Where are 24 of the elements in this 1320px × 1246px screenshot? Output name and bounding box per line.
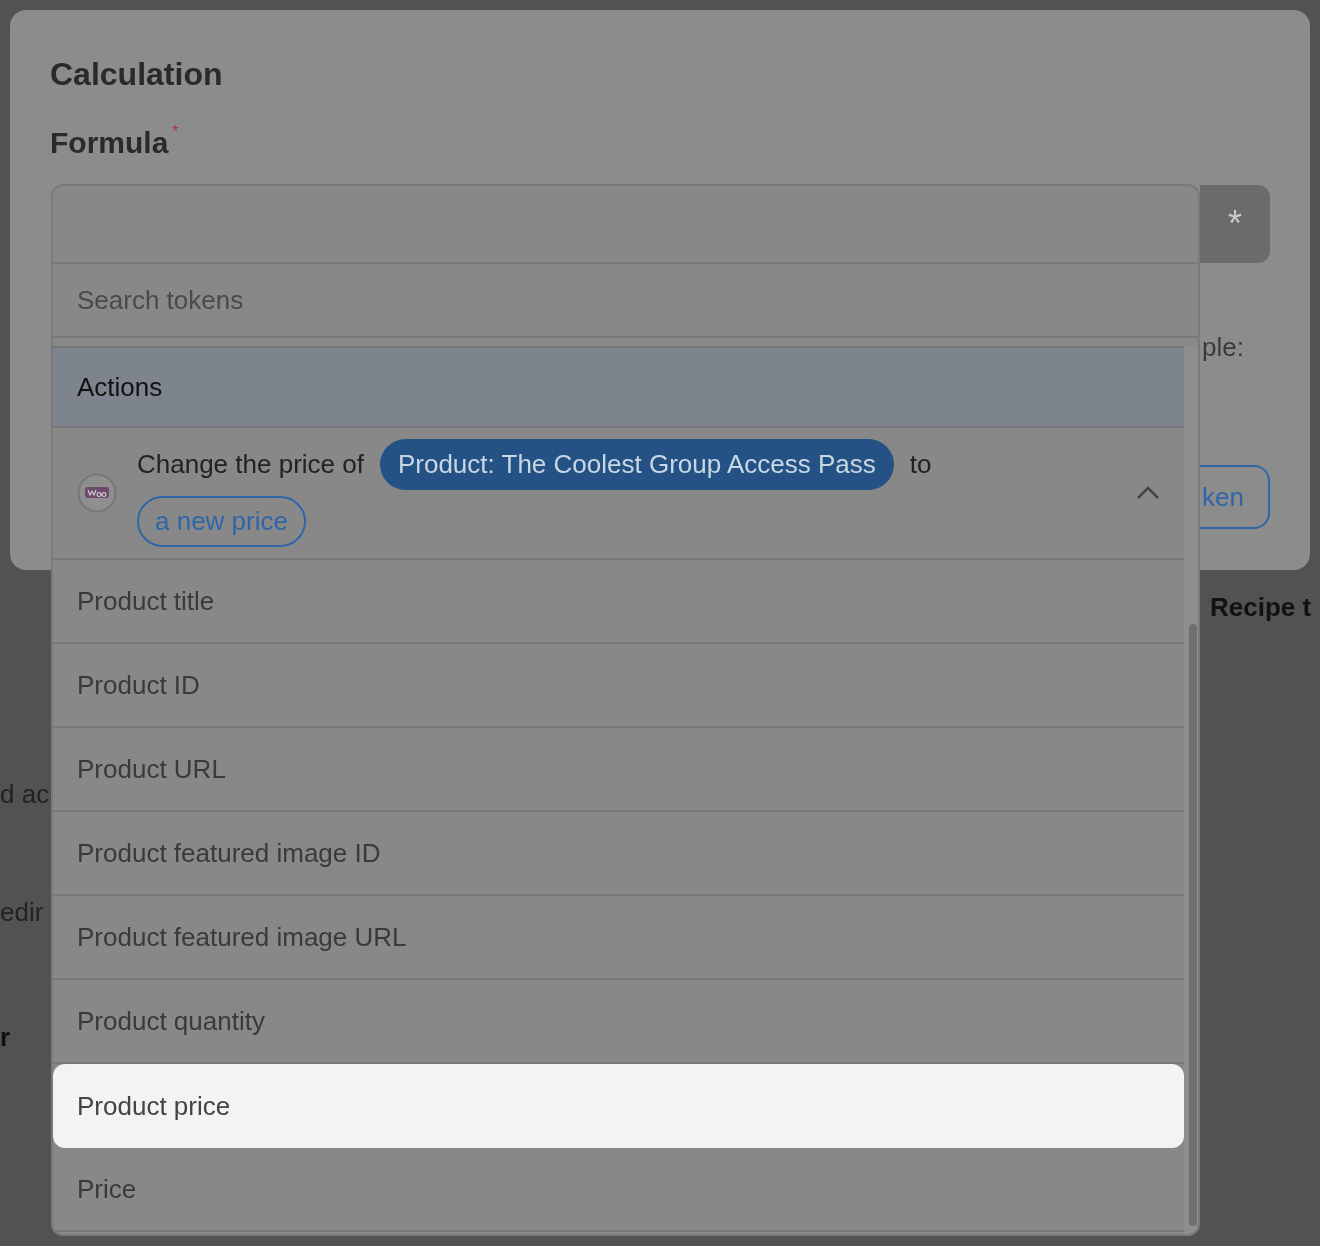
group-header: Actions: [53, 346, 1184, 428]
product-token[interactable]: Product: The Coolest Group Access Pass: [379, 439, 894, 490]
scrollbar[interactable]: [1184, 346, 1198, 1234]
hint-text: ple:: [1202, 331, 1244, 364]
formula-label: Formula: [50, 125, 169, 161]
token-item[interactable]: Product title: [53, 560, 1184, 644]
woo-logo-icon: [77, 473, 117, 513]
required-icon: *: [172, 120, 179, 144]
chevron-up-icon[interactable]: [1136, 486, 1160, 500]
page-text: r: [0, 1021, 11, 1054]
action-text: to: [909, 448, 932, 481]
token-item[interactable]: Product featured image URL: [53, 896, 1184, 980]
value-token[interactable]: a new price: [137, 496, 306, 547]
action-text: Change the price of: [137, 448, 364, 481]
token-item[interactable]: Price: [53, 1148, 1184, 1232]
token-item[interactable]: Product featured image ID: [53, 812, 1184, 896]
insert-token-button[interactable]: *: [1200, 185, 1270, 263]
token-item[interactable]: Product URL: [53, 728, 1184, 812]
modal-title: Calculation: [50, 55, 223, 94]
token-item[interactable]: Product price: [53, 1064, 1184, 1148]
action-item[interactable]: Change the price of Product: The Coolest Group Access Pass to a new price: [53, 428, 1184, 560]
token-item[interactable]: Product ID: [53, 644, 1184, 728]
search-field[interactable]: Search tokens: [53, 264, 1198, 338]
page-text: Recipe t: [1210, 591, 1312, 624]
